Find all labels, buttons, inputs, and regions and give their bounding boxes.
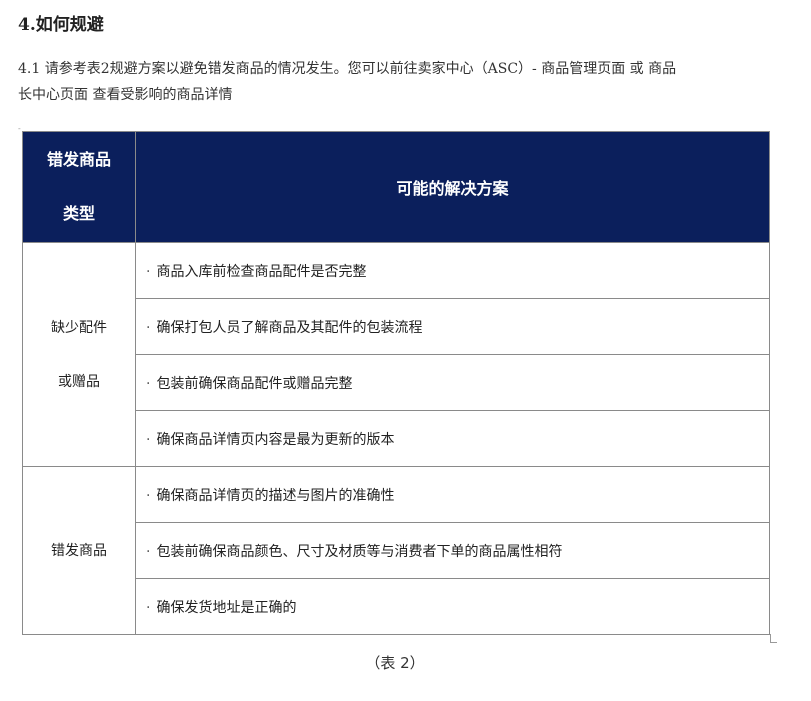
table-row: 错发商品 · 确保商品详情页的描述与图片的准确性 (22, 466, 770, 635)
table-header-row: 错发商品 类型 可能的解决方案 (22, 131, 770, 243)
table-row: · 确保商品详情页内容是最为更新的版本 (23, 410, 770, 467)
solution-text: 确保发货地址是正确的 (156, 599, 297, 616)
bullet-glyph: · (146, 543, 151, 560)
solution-cell: · 包装前确保商品颜色、尺寸及材质等与消费者下单的商品属性相符 (135, 522, 770, 579)
table-caption: （表 2） (365, 654, 425, 672)
table-row: · 确保打包人员了解商品及其配件的包装流程 (23, 298, 770, 355)
table-row: · 包装前确保商品颜色、尺寸及材质等与消费者下单的商品属性相符 (23, 522, 770, 579)
type-label-line-2: 或赠品 (58, 373, 100, 390)
table-row: 缺少配件 或赠品 · 商品入库前检查商品配件是否完整 (22, 242, 770, 467)
solution-text: 商品入库前检查商品配件是否完整 (156, 263, 367, 280)
header-type-cell: 错发商品 类型 (22, 131, 136, 243)
table-row: · 包装前确保商品配件或赠品完整 (23, 354, 770, 411)
solution-text: 包装前确保商品颜色、尺寸及材质等与消费者下单的商品属性相符 (156, 543, 563, 560)
table-row: · 确保发货地址是正确的 (23, 578, 770, 635)
header-solution-cell: 可能的解决方案 (135, 131, 770, 243)
solution-cell: · 确保商品详情页内容是最为更新的版本 (135, 410, 770, 467)
solution-text: 包装前确保商品配件或赠品完整 (156, 375, 353, 392)
anchor-mark: - (18, 124, 21, 133)
solution-cell: · 包装前确保商品配件或赠品完整 (135, 354, 770, 411)
solutions-table: 错发商品 类型 可能的解决方案 缺少配件 或赠品 · 商品入库前检查商品配件是否完… (22, 131, 770, 635)
solution-cell: · 确保发货地址是正确的 (135, 578, 770, 635)
type-cell-missing-parts: 缺少配件 或赠品 (22, 242, 136, 467)
bullet-glyph: · (146, 599, 151, 616)
type-label-line-1: 错发商品 (51, 542, 107, 559)
bullet-glyph: · (146, 375, 151, 392)
solution-cell: · 确保打包人员了解商品及其配件的包装流程 (135, 298, 770, 355)
bullet-glyph: · (146, 263, 151, 280)
solution-cell: · 商品入库前检查商品配件是否完整 (135, 242, 770, 299)
solution-text: 确保打包人员了解商品及其配件的包装流程 (156, 319, 423, 336)
intro-paragraph: 4.1 请参考表2规避方案以避免错发商品的情况发生。您可以前往卖家中心（ASC）… (18, 56, 811, 108)
solution-cell: · 确保商品详情页的描述与图片的准确性 (135, 466, 770, 523)
intro-paragraph-line-1: 4.1 请参考表2规避方案以避免错发商品的情况发生。您可以前往卖家中心（ASC）… (18, 61, 677, 77)
section-heading: 4.如何规避 (18, 15, 104, 35)
solution-text: 确保商品详情页内容是最为更新的版本 (156, 431, 395, 448)
solution-text: 确保商品详情页的描述与图片的准确性 (156, 487, 395, 504)
bullet-glyph: · (146, 319, 151, 336)
bullet-glyph: · (146, 487, 151, 504)
header-type-line-1: 错发商品 (46, 150, 111, 169)
intro-paragraph-line-2: 长中心页面 查看受影响的商品详情 (18, 87, 233, 103)
bullet-glyph: · (146, 431, 151, 448)
type-label-line-1: 缺少配件 (51, 319, 107, 336)
header-type-line-2: 类型 (62, 204, 95, 223)
type-cell-wrong-item: 错发商品 (22, 466, 136, 635)
table-corner-mark (770, 634, 777, 643)
